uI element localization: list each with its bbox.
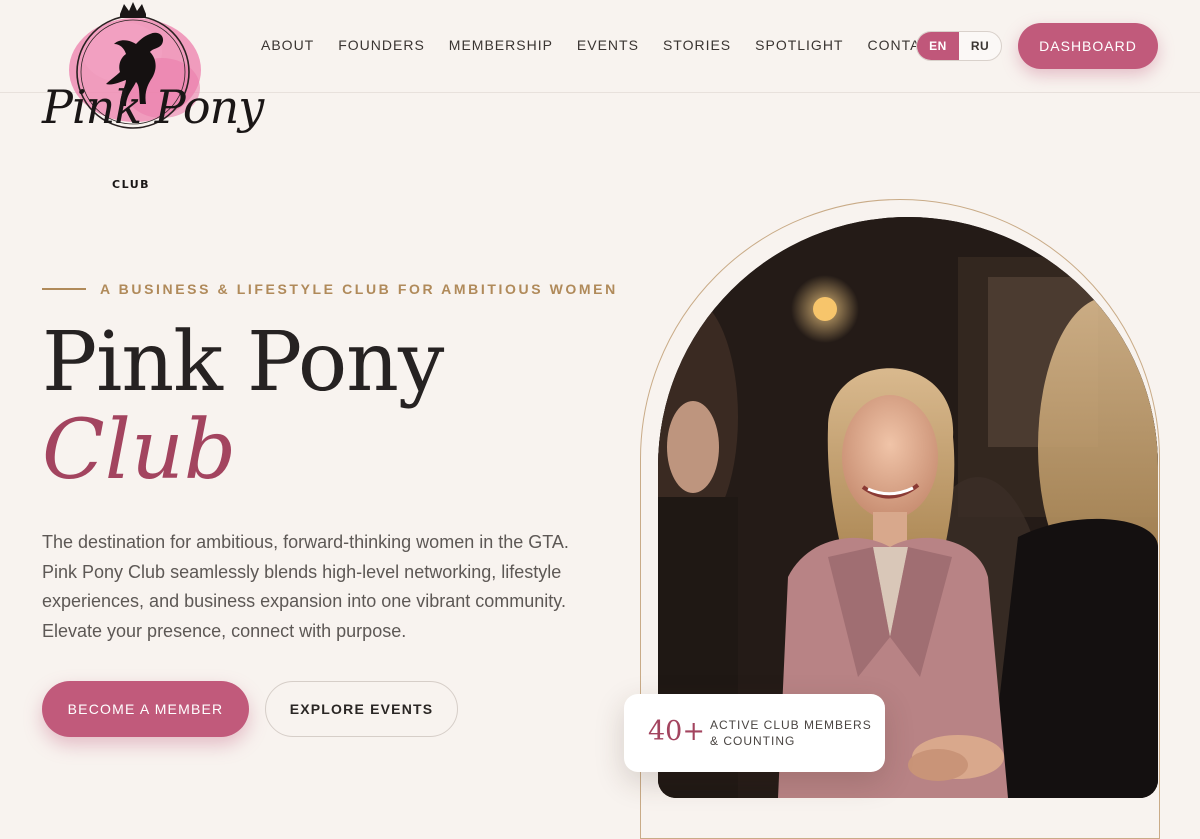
logo-subtitle: CLUB — [112, 178, 151, 191]
lang-ru-button[interactable]: RU — [959, 32, 1001, 60]
language-switcher: EN RU — [916, 31, 1002, 61]
explore-events-button[interactable]: EXPLORE EVENTS — [265, 681, 458, 737]
become-member-button[interactable]: BECOME A MEMBER — [42, 681, 249, 737]
dashboard-button[interactable]: DASHBOARD — [1018, 23, 1158, 69]
nav-spotlight[interactable]: SPOTLIGHT — [755, 37, 843, 53]
member-stat-card: 40+ ACTIVE CLUB MEMBERS & COUNTING — [624, 694, 885, 772]
hero-description: The destination for ambitious, forward-t… — [42, 532, 569, 641]
logo-wordmark: Pink Pony — [42, 80, 264, 134]
main-nav: ABOUT FOUNDERS MEMBERSHIP EVENTS STORIES… — [261, 37, 965, 53]
hero-tagline: A BUSINESS & LIFESTYLE CLUB FOR AMBITIOU… — [100, 281, 618, 297]
hero-title: Pink Pony — [42, 315, 444, 410]
stat-label: ACTIVE CLUB MEMBERS & COUNTING — [710, 718, 872, 748]
nav-about[interactable]: ABOUT — [261, 37, 314, 53]
hero-title-accent: Club — [42, 403, 237, 498]
tagline-divider — [42, 288, 86, 290]
brand-logo[interactable]: Pink Pony CLUB — [40, 0, 264, 195]
nav-membership[interactable]: MEMBERSHIP — [449, 37, 553, 53]
nav-stories[interactable]: STORIES — [663, 37, 731, 53]
nav-events[interactable]: EVENTS — [577, 37, 639, 53]
stat-number: 40+ — [648, 716, 705, 747]
lang-en-button[interactable]: EN — [917, 32, 959, 60]
nav-founders[interactable]: FOUNDERS — [338, 37, 425, 53]
